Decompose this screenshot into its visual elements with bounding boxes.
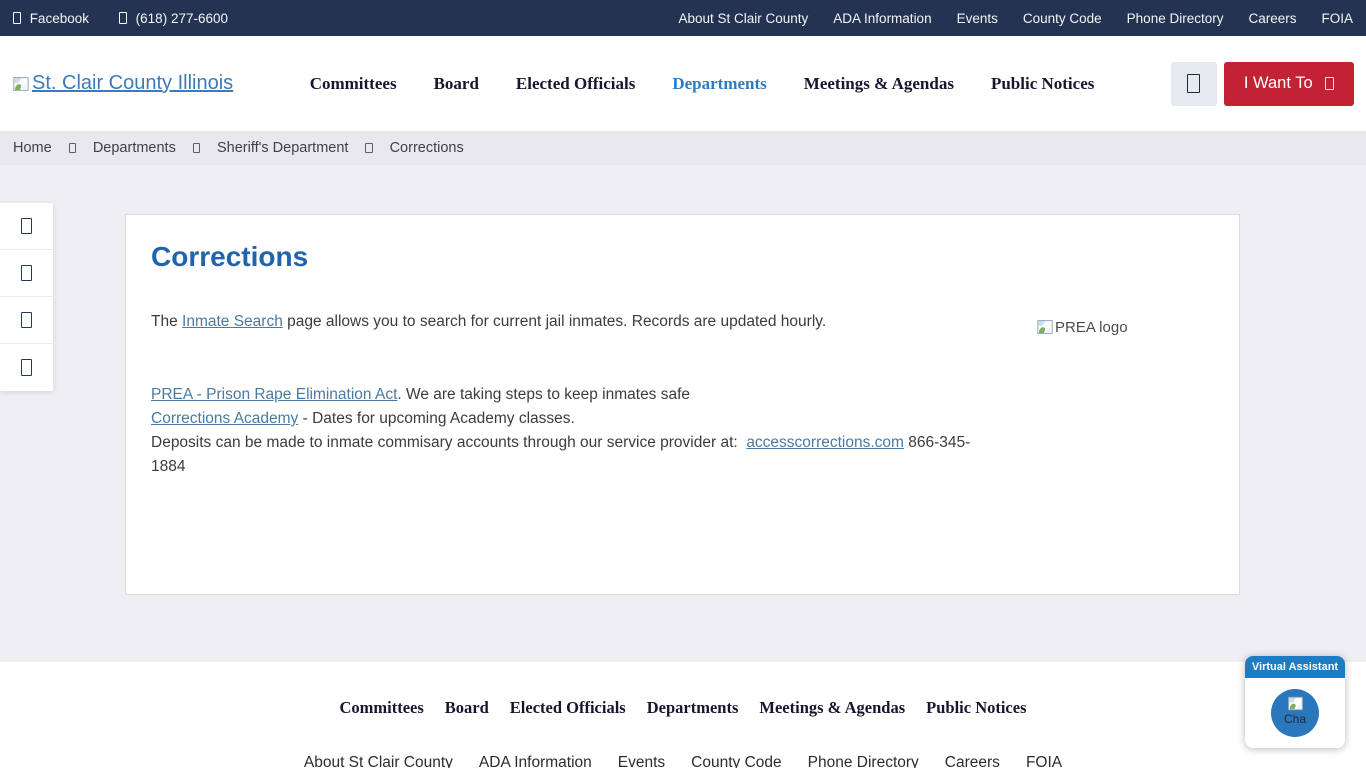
footer-link-board[interactable]: Board	[445, 698, 489, 718]
footer-link-departments[interactable]: Departments	[647, 698, 739, 718]
broken-image-icon	[12, 75, 30, 93]
page-tool-button-4[interactable]	[0, 344, 53, 391]
footer-link-careers[interactable]: Careers	[945, 754, 1000, 768]
prea-act-link[interactable]: PREA - Prison Rape Elimination Act	[151, 386, 397, 403]
nav-item-board[interactable]: Board	[434, 74, 479, 94]
footer-link-about[interactable]: About St Clair County	[304, 754, 453, 768]
virtual-assistant-widget[interactable]: Virtual Assistant Cha	[1245, 656, 1345, 748]
footer-link-committees[interactable]: Committees	[339, 698, 423, 718]
corrections-academy-link[interactable]: Corrections Academy	[151, 410, 298, 427]
prea-line-text: . We are taking steps to keep inmates sa…	[397, 386, 690, 403]
phone-icon	[119, 12, 127, 23]
nav-item-public-notices[interactable]: Public Notices	[991, 74, 1094, 94]
footer-link-public-notices[interactable]: Public Notices	[926, 698, 1026, 718]
prea-line: PREA - Prison Rape Elimination Act. We a…	[151, 383, 1003, 407]
broken-image-icon	[1036, 318, 1054, 336]
topbar-link-county-code[interactable]: County Code	[1023, 11, 1102, 26]
i-want-to-button[interactable]: I Want To	[1224, 62, 1354, 106]
footer-primary-links: Committees Board Elected Officials Depar…	[0, 698, 1366, 718]
page-tool-icon-3	[21, 312, 32, 328]
topbar-link-phone-directory[interactable]: Phone Directory	[1127, 11, 1224, 26]
broken-image-icon	[1287, 695, 1304, 712]
phone-link[interactable]: (618) 277-6600	[119, 11, 228, 26]
page-tool-button-2[interactable]	[0, 250, 53, 297]
footer-link-ada[interactable]: ADA Information	[479, 754, 592, 768]
nav-item-elected-officials[interactable]: Elected Officials	[516, 74, 635, 94]
virtual-assistant-body: Cha	[1245, 678, 1345, 748]
nav-item-meetings-agendas[interactable]: Meetings & Agendas	[804, 74, 954, 94]
facebook-link[interactable]: Facebook	[13, 11, 89, 26]
page-tools-sidebar	[0, 203, 53, 391]
site-footer: Committees Board Elected Officials Depar…	[0, 662, 1366, 768]
main-navigation: Committees Board Elected Officials Depar…	[310, 74, 1095, 94]
facebook-label: Facebook	[30, 11, 89, 26]
main-region: Corrections The Inmate Search page allow…	[0, 165, 1366, 662]
breadcrumb-current-corrections: Corrections	[390, 140, 464, 156]
page-tool-button-1[interactable]	[0, 203, 53, 250]
page-title: Corrections	[151, 241, 308, 273]
deposits-line: Deposits can be made to inmate commisary…	[151, 431, 1003, 479]
footer-secondary-links: About St Clair County ADA Information Ev…	[0, 754, 1366, 768]
intro-text-pre: The	[151, 313, 182, 330]
inmate-search-link[interactable]: Inmate Search	[182, 313, 283, 330]
deposits-line-pre: Deposits can be made to inmate commisary…	[151, 434, 746, 451]
footer-link-phone-directory[interactable]: Phone Directory	[808, 754, 919, 768]
breadcrumb-separator-icon	[193, 143, 200, 154]
topbar-link-events[interactable]: Events	[957, 11, 998, 26]
chevron-down-icon	[1325, 77, 1334, 91]
breadcrumb-departments[interactable]: Departments	[93, 140, 176, 156]
topbar-link-careers[interactable]: Careers	[1248, 11, 1296, 26]
breadcrumb-sheriffs-department[interactable]: Sheriff's Department	[217, 140, 348, 156]
academy-line-text: - Dates for upcoming Academy classes.	[298, 410, 575, 427]
topbar-links: About St Clair County ADA Information Ev…	[678, 11, 1353, 26]
search-icon	[1187, 74, 1200, 94]
academy-line: Corrections Academy - Dates for upcoming…	[151, 407, 1003, 431]
content-body: PREA - Prison Rape Elimination Act. We a…	[151, 383, 1003, 479]
intro-text-post: page allows you to search for current ja…	[283, 313, 826, 330]
nav-item-departments[interactable]: Departments	[672, 74, 766, 94]
header-actions: I Want To	[1171, 62, 1354, 106]
breadcrumb: Home Departments Sheriff's Department Co…	[0, 131, 1366, 165]
chat-launch-button[interactable]: Cha	[1271, 689, 1319, 737]
phone-number: (618) 277-6600	[136, 11, 228, 26]
page-tool-icon-1	[21, 218, 32, 234]
page-tool-icon-2	[21, 265, 32, 281]
facebook-icon	[13, 12, 21, 23]
footer-link-elected-officials[interactable]: Elected Officials	[510, 698, 626, 718]
virtual-assistant-title: Virtual Assistant	[1245, 656, 1345, 678]
breadcrumb-separator-icon	[365, 143, 372, 154]
accesscorrections-link[interactable]: accesscorrections.com	[746, 434, 904, 451]
topbar-link-foia[interactable]: FOIA	[1321, 11, 1353, 26]
topbar-link-about[interactable]: About St Clair County	[678, 11, 808, 26]
prea-logo-broken-image: PREA logo	[1036, 318, 1128, 336]
site-logo-alt-text: St. Clair County Illinois	[32, 72, 233, 95]
site-logo-link[interactable]: St. Clair County Illinois	[12, 72, 233, 95]
site-header: St. Clair County Illinois Committees Boa…	[0, 36, 1366, 131]
page-tool-button-3[interactable]	[0, 297, 53, 344]
prea-logo-alt-text: PREA logo	[1055, 319, 1128, 336]
footer-link-events[interactable]: Events	[618, 754, 665, 768]
intro-paragraph: The Inmate Search page allows you to sea…	[151, 313, 826, 331]
breadcrumb-home[interactable]: Home	[13, 140, 52, 156]
footer-link-county-code[interactable]: County Code	[691, 754, 781, 768]
topbar-link-ada[interactable]: ADA Information	[833, 11, 931, 26]
nav-item-committees[interactable]: Committees	[310, 74, 397, 94]
content-card: Corrections The Inmate Search page allow…	[125, 214, 1240, 595]
footer-link-foia[interactable]: FOIA	[1026, 754, 1062, 768]
footer-link-meetings-agendas[interactable]: Meetings & Agendas	[759, 698, 905, 718]
i-want-to-label: I Want To	[1244, 74, 1313, 93]
chat-icon-alt-text: Cha	[1284, 712, 1306, 726]
search-button[interactable]	[1171, 62, 1217, 106]
page-tool-icon-4	[21, 359, 32, 375]
topbar-left: Facebook (618) 277-6600	[13, 11, 228, 26]
top-utility-bar: Facebook (618) 277-6600 About St Clair C…	[0, 0, 1366, 36]
breadcrumb-separator-icon	[69, 143, 76, 154]
